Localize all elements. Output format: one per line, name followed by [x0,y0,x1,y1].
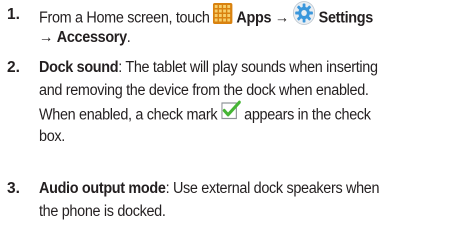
step-text: From a Home screen, touch Apps → Setting… [39,1,437,49]
step-number: 2. [7,59,20,76]
apps-grid-icon [213,2,233,31]
arrow: → [274,9,289,27]
apps-label: Apps [236,9,272,27]
step-3-line-2: the phone is docked. [39,203,166,220]
step-2-line-3b: appears in the check [244,106,371,124]
period: . [126,29,131,46]
step-text: Audio output mode: Use external dock spe… [39,177,437,223]
arrow: → [39,29,54,46]
step-text: Dock sound: The tablet will play sounds … [39,56,437,148]
step-number: 3. [7,180,20,197]
audio-output-mode-term: Audio output mode [39,180,166,197]
step-1-prefix: From a Home screen, touch [39,9,210,27]
dock-sound-term: Dock sound [39,59,119,76]
step-3-line-1: : Use external dock speakers when [165,180,380,197]
step-2-line-3a: When enabled, a check mark [39,106,218,124]
step-2-line-4: box. [39,128,65,145]
step-number: 1. [7,6,20,23]
settings-label: Settings [318,9,374,27]
step-2-line-2: and removing the device from the dock wh… [39,82,369,99]
accessory-label: Accessory [56,29,127,46]
step-2-line-1: : The tablet will play sounds when inser… [118,59,378,76]
checkbox-checked-icon [221,100,241,127]
instructions-page: 1. From a Home screen, touch Apps → Sett… [0,0,470,246]
gear-icon [292,1,315,32]
